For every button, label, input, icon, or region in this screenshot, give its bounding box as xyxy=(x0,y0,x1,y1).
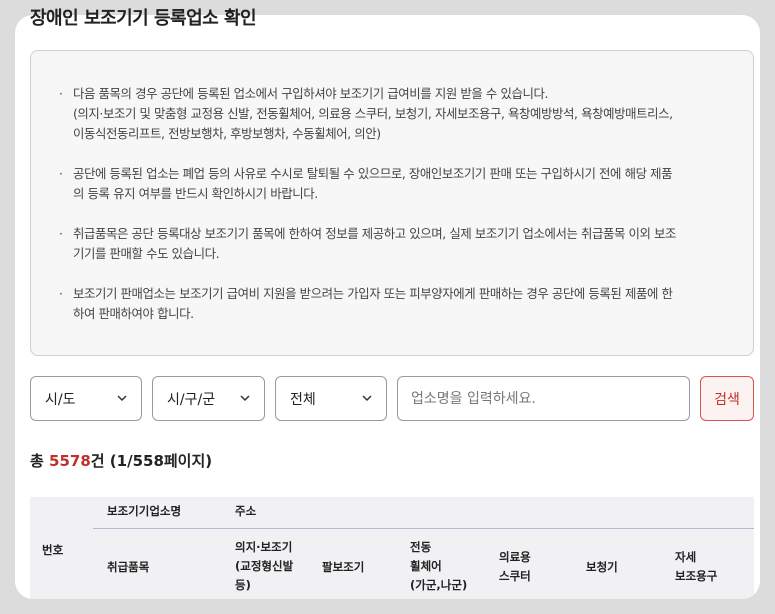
notice-item-1: · 다음 품목의 경우 공단에 등록된 업소에서 구입하셔야 보조기기 급여비를… xyxy=(59,84,725,144)
chevron-down-icon xyxy=(117,395,127,402)
sigungu-select-label: 시/구/군 xyxy=(167,391,216,408)
notice-line: 취급품목은 공단 등록대상 보조기기 품목에 한하여 정보를 제공하고 있으며,… xyxy=(73,226,677,241)
bullet-icon: · xyxy=(59,86,63,101)
result-count: 5578 xyxy=(49,452,91,470)
filter-bar: 시/도 시/구/군 전체 검색 xyxy=(30,376,754,421)
col-header-scooter: 의료용 스쿠터 xyxy=(499,550,531,583)
page-title: 장애인 보조기기 등록업소 확인 xyxy=(30,8,257,29)
notice-item-3: · 취급품목은 공단 등록대상 보조기기 품목에 한하여 정보를 제공하고 있으… xyxy=(59,224,725,264)
col-header-power-wheelchair: 전동 휠체어 (가군,나군) xyxy=(410,540,468,592)
bullet-icon: · xyxy=(59,286,63,301)
col-header-number: 번호 xyxy=(42,543,64,557)
notice-line: 다음 품목의 경우 공단에 등록된 업소에서 구입하셔야 보조기기 급여비를 지… xyxy=(73,86,548,101)
bullet-icon: · xyxy=(59,166,63,181)
notice-line: 보조기기 판매업소는 보조기기 급여비 지원을 받으려는 가입자 또는 피부양자… xyxy=(73,286,673,301)
notice-item-2: · 공단에 등록된 업소는 폐업 등의 사유로 수시로 탈퇴될 수 있으므로, … xyxy=(59,164,725,204)
content-card: · 다음 품목의 경우 공단에 등록된 업소에서 구입하셔야 보조기기 급여비를… xyxy=(15,15,760,599)
notice-box: · 다음 품목의 경우 공단에 등록된 업소에서 구입하셔야 보조기기 급여비를… xyxy=(30,50,754,356)
col-header-address: 주소 xyxy=(235,504,257,518)
notice-line: 하여 판매하여야 합니다. xyxy=(73,306,194,321)
col-header-items: 취급품목 xyxy=(107,560,150,574)
category-select[interactable]: 전체 xyxy=(275,376,387,421)
notice-line: (의지·보조기 및 맞춤형 교정용 신발, 전동휠체어, 의료용 스쿠터, 보청… xyxy=(73,106,673,121)
sigungu-select[interactable]: 시/구/군 xyxy=(152,376,265,421)
search-button[interactable]: 검색 xyxy=(700,376,754,421)
col-header-hearing-aid: 보청기 xyxy=(586,560,618,574)
sido-select[interactable]: 시/도 xyxy=(30,376,142,421)
business-name-search-input[interactable] xyxy=(397,376,690,421)
notice-item-4: · 보조기기 판매업소는 보조기기 급여비 지원을 받으려는 가입자 또는 피부… xyxy=(59,284,725,324)
summary-suffix: 건 (1/558페이지) xyxy=(90,452,213,470)
col-header-business-name: 보조기기업소명 xyxy=(107,504,182,518)
summary-prefix: 총 xyxy=(30,452,50,470)
header-divider xyxy=(93,528,754,529)
chevron-down-icon xyxy=(362,395,372,402)
notice-line: 기기를 판매할 수도 있습니다. xyxy=(73,246,220,261)
result-summary: 총 5578건 (1/558페이지) xyxy=(30,450,212,471)
notice-line: 이동식전동리프트, 전방보행차, 후방보행차, 수동휠체어, 의안) xyxy=(73,126,381,141)
table-header: 번호 보조기기업소명 주소 취급품목 의지·보조기 (교정형신발 등) 팔보조기… xyxy=(30,497,754,599)
sido-select-label: 시/도 xyxy=(45,391,76,408)
category-select-label: 전체 xyxy=(290,391,316,408)
bullet-icon: · xyxy=(59,226,63,241)
col-header-posture-aid: 자세 보조용구 xyxy=(675,550,718,583)
notice-line: 의 등록 유지 여부를 반드시 확인하시기 바랍니다. xyxy=(73,186,318,201)
notice-line: 공단에 등록된 업소는 폐업 등의 사유로 수시로 탈퇴될 수 있으므로, 장애… xyxy=(73,166,673,181)
col-header-orthosis: 의지·보조기 (교정형신발 등) xyxy=(235,540,294,592)
col-header-arm-orthosis: 팔보조기 xyxy=(322,560,365,574)
chevron-down-icon xyxy=(240,395,250,402)
